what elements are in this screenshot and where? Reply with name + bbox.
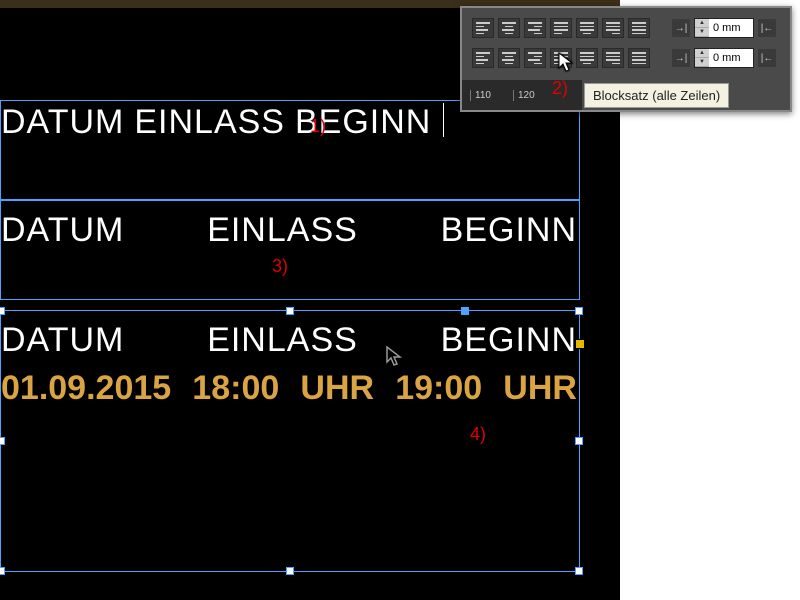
frame2-col1: DATUM: [1, 211, 124, 250]
ruler-strip: 110 120: [462, 80, 582, 110]
align-center-button[interactable]: [498, 18, 520, 38]
handle-tc[interactable]: [286, 307, 294, 315]
frame3-r1c2: EINLASS: [207, 321, 358, 360]
indent-right-icon: |←: [758, 19, 776, 37]
paragraph-panel[interactable]: →| ▲▼ |← →| ▲▼ |← 110 120 Blocksatz (all…: [460, 6, 792, 112]
text-frame-1[interactable]: DATUM EINLASS BEGINN: [0, 100, 580, 200]
justify2-ll-button[interactable]: [550, 48, 572, 68]
spinner[interactable]: ▲▼: [695, 49, 709, 67]
tooltip: Blocksatz (alle Zeilen): [584, 83, 729, 108]
align-right-button[interactable]: [524, 18, 546, 38]
indent-left-field[interactable]: ▲▼: [694, 18, 754, 38]
frame2-col2: EINLASS: [207, 211, 358, 250]
text-frame-2[interactable]: DATUM EINLASS BEGINN: [0, 200, 580, 300]
handle-tr[interactable]: [575, 307, 583, 315]
frame1-word2: EINLASS: [134, 103, 285, 142]
handle-bc[interactable]: [286, 567, 294, 575]
justify-last-center-button[interactable]: [576, 18, 598, 38]
frame3-r2c3: UHR: [300, 369, 374, 408]
align-right2-button[interactable]: [524, 48, 546, 68]
indent-left-icon: →|: [672, 19, 690, 37]
handle-bl[interactable]: [0, 567, 5, 575]
text-frame-3[interactable]: DATUM EINLASS BEGINN 01.09.2015 18:00 UH…: [0, 310, 580, 572]
ruler-tick-a: 110: [470, 90, 491, 101]
justify-last-right-button[interactable]: [602, 18, 624, 38]
frame3-r2c4: 19:00: [395, 369, 482, 408]
frame3-r2c2: 18:00: [192, 369, 279, 408]
handle-tl[interactable]: [0, 307, 5, 315]
firstline-indent-icon: →|: [672, 49, 690, 67]
align-away-spine-button[interactable]: [498, 48, 520, 68]
frame2-col3: BEGINN: [441, 211, 577, 250]
frame3-r1c1: DATUM: [1, 321, 124, 360]
justify2-all-button[interactable]: [628, 48, 650, 68]
handle-ml[interactable]: [0, 437, 5, 445]
indent-left-input[interactable]: [709, 22, 753, 34]
frame3-r1c3: BEGINN: [441, 321, 577, 360]
justify2-lc-button[interactable]: [576, 48, 598, 68]
out-port[interactable]: [575, 339, 585, 349]
frame3-r2c5: UHR: [503, 369, 577, 408]
align-towards-spine-button[interactable]: [472, 48, 494, 68]
align-left-button[interactable]: [472, 18, 494, 38]
justify-all-button[interactable]: [628, 18, 650, 38]
handle-br[interactable]: [575, 567, 583, 575]
frame1-word1: DATUM: [1, 103, 124, 142]
frame3-r2c1: 01.09.2015: [1, 369, 171, 408]
handle-mr[interactable]: [575, 437, 583, 445]
firstline-indent-field[interactable]: ▲▼: [694, 48, 754, 68]
justify-last-left-button[interactable]: [550, 18, 572, 38]
text-caret: [443, 103, 444, 137]
firstline-indent-input[interactable]: [709, 52, 753, 64]
lastline-indent-icon: |←: [758, 49, 776, 67]
handle-t-mid[interactable]: [461, 307, 469, 315]
spinner[interactable]: ▲▼: [695, 19, 709, 37]
justify2-lr-button[interactable]: [602, 48, 624, 68]
frame1-word3: BEGINN: [295, 103, 431, 142]
ruler-tick-b: 120: [513, 90, 535, 101]
